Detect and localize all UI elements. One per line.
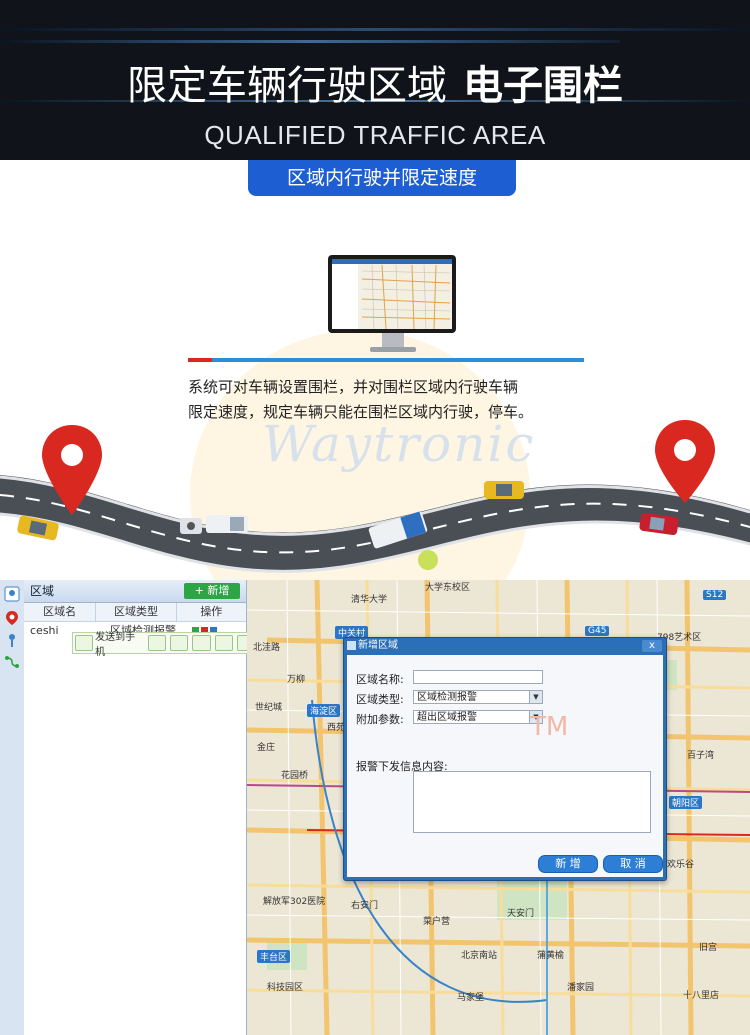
location-pin-icon[interactable]	[4, 610, 20, 626]
area-type-value: 区域检测报警	[417, 692, 477, 703]
area-name-label: 区域名称:	[356, 673, 404, 686]
new-area-dialog: 新增区域 x 区域名称: 区域类型: 区域检测报警 ▼ 附加参数: 超出区域报警…	[343, 637, 667, 881]
banner-streak	[0, 28, 750, 31]
monitor-icon	[328, 255, 456, 333]
banner-title-emphasis: 电子围栏	[463, 63, 623, 109]
map-label: 天安门	[507, 909, 535, 919]
map-label: 百子湾	[687, 751, 715, 761]
column-header-actions: 操作	[200, 605, 223, 618]
district-badge: 海淀区	[307, 704, 341, 717]
area-name-input[interactable]	[413, 670, 543, 684]
area-type-select[interactable]: 区域检测报警 ▼	[413, 690, 543, 704]
column-header-name[interactable]: 区域名	[24, 603, 97, 621]
export-icon[interactable]	[214, 635, 233, 651]
map-label: 大学东校区	[425, 583, 471, 593]
save-icon[interactable]	[192, 635, 211, 651]
banner-title-main: 限定车辆行驶区域	[127, 63, 447, 109]
window-icon	[347, 641, 356, 650]
map-label: 花园桥	[281, 771, 309, 781]
dialog-body: 区域名称: 区域类型: 区域检测报警 ▼ 附加参数: 超出区域报警 ▼ 报警下发…	[347, 655, 663, 877]
map-label: 马家堡	[457, 993, 485, 1003]
divider-blue	[212, 358, 584, 362]
extra-param-value: 超出区域报警	[417, 712, 477, 723]
left-toolstrip	[0, 580, 25, 1035]
monitor-base	[370, 347, 416, 352]
location-pin-icon	[655, 420, 715, 503]
map-label: 世纪城	[255, 703, 283, 713]
road-illustration	[0, 420, 750, 573]
description-line: 系统可对车辆设置围栏，并对围栏区域内行驶车辆	[188, 378, 519, 396]
area-type-label: 区域类型:	[356, 693, 404, 706]
dropdown-arrow-icon[interactable]: ▼	[529, 691, 542, 703]
monitor-stand	[382, 333, 404, 347]
map-label: 万柳	[287, 675, 306, 685]
map-label: 右安门	[351, 901, 379, 911]
map-label: 北京南站	[461, 951, 498, 961]
alarm-content-textarea[interactable]	[413, 771, 651, 833]
panel-title: 区域 + 新增	[24, 580, 246, 603]
cloud-icon[interactable]	[148, 635, 167, 651]
row-action-toolbar: 发送到手机	[72, 632, 258, 658]
send-icon[interactable]	[75, 635, 94, 651]
dialog-title: 新增区域	[358, 640, 398, 651]
dialog-titlebar[interactable]: 新增区域 x	[344, 638, 666, 654]
send-to-phone-label[interactable]: 发送到手机	[95, 628, 140, 658]
panel-title-text: 区域	[30, 584, 55, 598]
map-label: 解放军302医院	[263, 897, 326, 907]
extra-param-label: 附加参数:	[356, 713, 404, 726]
district-badge: 朝阳区	[669, 796, 703, 809]
banner-streak	[0, 40, 620, 43]
map-label: 旧宫	[699, 943, 718, 953]
map-label: 科技园区	[267, 983, 304, 993]
map-label: 金庄	[257, 743, 276, 753]
map-pin-icon[interactable]	[4, 586, 20, 602]
road-marker	[418, 550, 438, 570]
column-header-type[interactable]: 区域类型	[96, 603, 177, 621]
car-icon	[206, 515, 248, 533]
close-icon[interactable]: x	[642, 640, 662, 652]
district-badge: 丰台区	[257, 950, 291, 963]
add-area-button[interactable]: + 新增	[184, 583, 240, 599]
route-icon[interactable]	[4, 654, 20, 670]
map-label: 北洼路	[253, 643, 281, 653]
monitor-screen	[332, 259, 452, 329]
banner-title: 限定车辆行驶区域 电子围栏	[0, 60, 750, 112]
car-icon	[484, 481, 524, 499]
road-badge: S12	[703, 590, 727, 600]
expand-icon[interactable]	[170, 635, 189, 651]
feature-pill: 区域内行驶并限定速度	[248, 160, 516, 196]
divider-red	[188, 358, 212, 362]
map-label: 蒲黄榆	[537, 951, 565, 961]
submit-button[interactable]: 新 增	[538, 855, 598, 873]
marker-icon[interactable]	[4, 632, 20, 648]
extra-param-select[interactable]: 超出区域报警 ▼	[413, 710, 543, 724]
map-label: 欢乐谷	[667, 860, 695, 870]
trademark-text: TM	[530, 712, 569, 742]
car-icon	[180, 518, 202, 534]
banner-subtitle: QUALIFIED TRAFFIC AREA	[204, 120, 546, 150]
hero-banner: 限定车辆行驶区域 电子围栏 QUALIFIED TRAFFIC AREA	[0, 0, 750, 160]
map-label: 十八里店	[683, 991, 720, 1001]
cancel-button[interactable]: 取 消	[603, 855, 663, 873]
road-badge: G45	[585, 626, 610, 636]
map-label: 菜户营	[423, 917, 451, 927]
map-label: 清华大学	[351, 595, 388, 605]
table-header: 区域名 区域类型 操作	[24, 603, 246, 622]
map-label: 潘家园	[567, 983, 595, 993]
